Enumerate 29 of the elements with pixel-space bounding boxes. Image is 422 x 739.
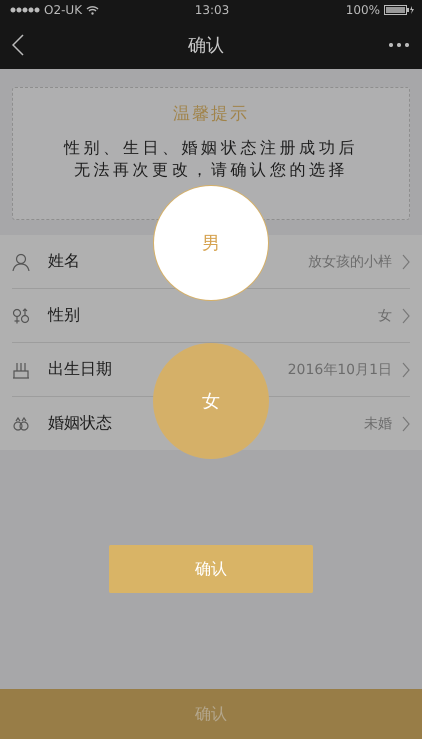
battery-icon (384, 5, 414, 15)
row-label: 出生日期 (48, 359, 113, 380)
back-icon[interactable] (12, 34, 24, 56)
gender-icon (12, 306, 30, 324)
bottom-confirm-button[interactable]: 确认 (0, 689, 422, 739)
chevron-icon[interactable] (402, 362, 410, 378)
chevron-icon[interactable] (402, 416, 410, 432)
wifi-icon (86, 5, 100, 15)
row-label: 性别 (48, 305, 81, 326)
clock: 13:03 (194, 3, 230, 17)
marriage-icon (12, 414, 30, 432)
row-label: 婚姻状态 (48, 413, 113, 434)
confirm-button[interactable]: 确认 (109, 545, 313, 593)
chevron-icon[interactable] (402, 254, 410, 270)
birthday-icon (12, 360, 30, 378)
signal-icon (10, 7, 40, 13)
row-value: 未婚 (364, 414, 392, 432)
row-value: 放女孩的小样 (308, 252, 392, 270)
person-icon (12, 252, 30, 270)
chevron-icon[interactable] (402, 308, 410, 324)
carrier-name: O2-UK (44, 3, 82, 17)
more-icon[interactable] (388, 42, 410, 48)
row-label: 姓名 (48, 251, 81, 272)
row-value: 2016年10月1日 (288, 360, 392, 378)
notice-title: 温馨提示 (173, 103, 249, 125)
page-title: 确认 (187, 34, 225, 56)
notice-message: 性别、生日、婚姻状态注册成功后无法再次更改，请确认您的选择 (62, 137, 359, 181)
row-value: 女 (378, 306, 392, 324)
battery-percent: 100% (346, 3, 380, 17)
